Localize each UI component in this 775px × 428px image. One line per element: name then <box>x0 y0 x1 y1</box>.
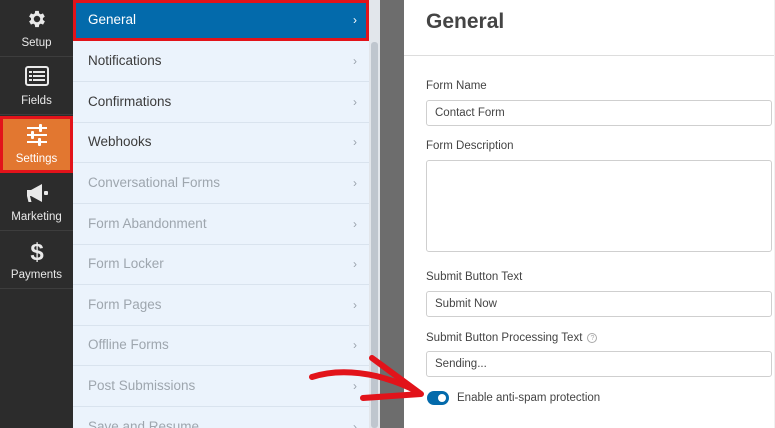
settings-nav-save-and-resume[interactable]: Save and Resume › <box>73 407 369 428</box>
megaphone-icon <box>0 182 73 206</box>
chevron-right-icon: › <box>353 95 357 109</box>
marketing-label: Marketing <box>11 211 62 223</box>
settings-label: Settings <box>15 153 58 165</box>
antispam-label: Enable anti-spam protection <box>457 392 601 404</box>
chevron-right-icon: › <box>353 338 357 352</box>
settings-nav-general[interactable]: General › <box>73 0 369 41</box>
settings-nav-form-abandonment[interactable]: Form Abandonment › <box>73 204 369 245</box>
chevron-right-icon: › <box>353 13 357 27</box>
setup-label: Setup <box>21 37 52 49</box>
processing-text-label-row: Submit Button Processing Text? <box>426 332 598 344</box>
nav-label: Form Locker <box>88 256 164 271</box>
form-name-input[interactable]: Contact Form <box>426 100 772 126</box>
dollar-icon: $ <box>0 238 73 264</box>
chevron-right-icon: › <box>353 217 357 231</box>
payments-label: Payments <box>10 269 63 281</box>
settings-nav-notifications[interactable]: Notifications › <box>73 41 369 82</box>
nav-label: Webhooks <box>88 134 152 149</box>
nav-label: Post Submissions <box>88 378 196 393</box>
chevron-right-icon: › <box>353 54 357 68</box>
form-description-textarea[interactable] <box>426 160 772 252</box>
title-divider <box>404 55 775 56</box>
settings-nav-form-locker[interactable]: Form Locker › <box>73 244 369 285</box>
settings-nav-confirmations[interactable]: Confirmations › <box>73 82 369 123</box>
panel-divider <box>380 0 404 428</box>
fields-label: Fields <box>21 95 52 107</box>
nav-label: Save and Resume <box>88 419 200 428</box>
chevron-right-icon: › <box>353 176 357 190</box>
svg-text:$: $ <box>30 239 44 264</box>
chevron-right-icon: › <box>353 135 357 149</box>
chevron-right-icon: › <box>353 379 357 393</box>
form-name-label: Form Name <box>426 80 487 92</box>
processing-text-input[interactable]: Sending... <box>426 351 772 377</box>
chevron-right-icon: › <box>353 420 357 428</box>
gear-icon <box>0 8 73 32</box>
settings-scrollbar-thumb[interactable] <box>371 42 378 428</box>
nav-label: Form Abandonment <box>88 216 207 231</box>
settings-panel: General › Notifications › Confirmations › W… <box>73 0 380 428</box>
builder-sidebar: Setup Fields Settings Marketing $ Paymen… <box>0 0 73 428</box>
fields-icon <box>0 66 73 90</box>
settings-nav-webhooks[interactable]: Webhooks › <box>73 122 369 163</box>
processing-text-label: Submit Button Processing Text <box>426 332 583 344</box>
nav-label: Notifications <box>88 53 162 68</box>
nav-label: Offline Forms <box>88 337 169 352</box>
settings-nav-offline-forms[interactable]: Offline Forms › <box>73 325 369 366</box>
chevron-right-icon: › <box>353 257 357 271</box>
payments-tab[interactable]: $ Payments <box>0 232 73 289</box>
nav-label: Conversational Forms <box>88 175 221 190</box>
nav-label: General <box>88 12 137 27</box>
settings-nav-post-submissions[interactable]: Post Submissions › <box>73 366 369 407</box>
toggle-knob <box>438 394 446 402</box>
sliders-icon <box>0 124 73 148</box>
help-icon[interactable]: ? <box>587 333 598 343</box>
nav-label: Confirmations <box>88 94 172 109</box>
settings-nav-conversational-forms[interactable]: Conversational Forms › <box>73 163 369 204</box>
page-title: General <box>426 10 505 33</box>
setup-tab[interactable]: Setup <box>0 0 73 57</box>
fields-tab[interactable]: Fields <box>0 58 73 115</box>
marketing-tab[interactable]: Marketing <box>0 174 73 231</box>
submit-button-text-label: Submit Button Text <box>426 271 523 283</box>
antispam-toggle[interactable] <box>427 391 449 405</box>
submit-button-text-input[interactable]: Submit Now <box>426 291 772 317</box>
general-settings-panel: General Form Name Contact Form Form Desc… <box>404 0 775 428</box>
settings-nav-form-pages[interactable]: Form Pages › <box>73 285 369 326</box>
settings-tab[interactable]: Settings <box>0 116 73 173</box>
nav-label: Form Pages <box>88 297 162 312</box>
chevron-right-icon: › <box>353 298 357 312</box>
form-description-label: Form Description <box>426 140 514 152</box>
